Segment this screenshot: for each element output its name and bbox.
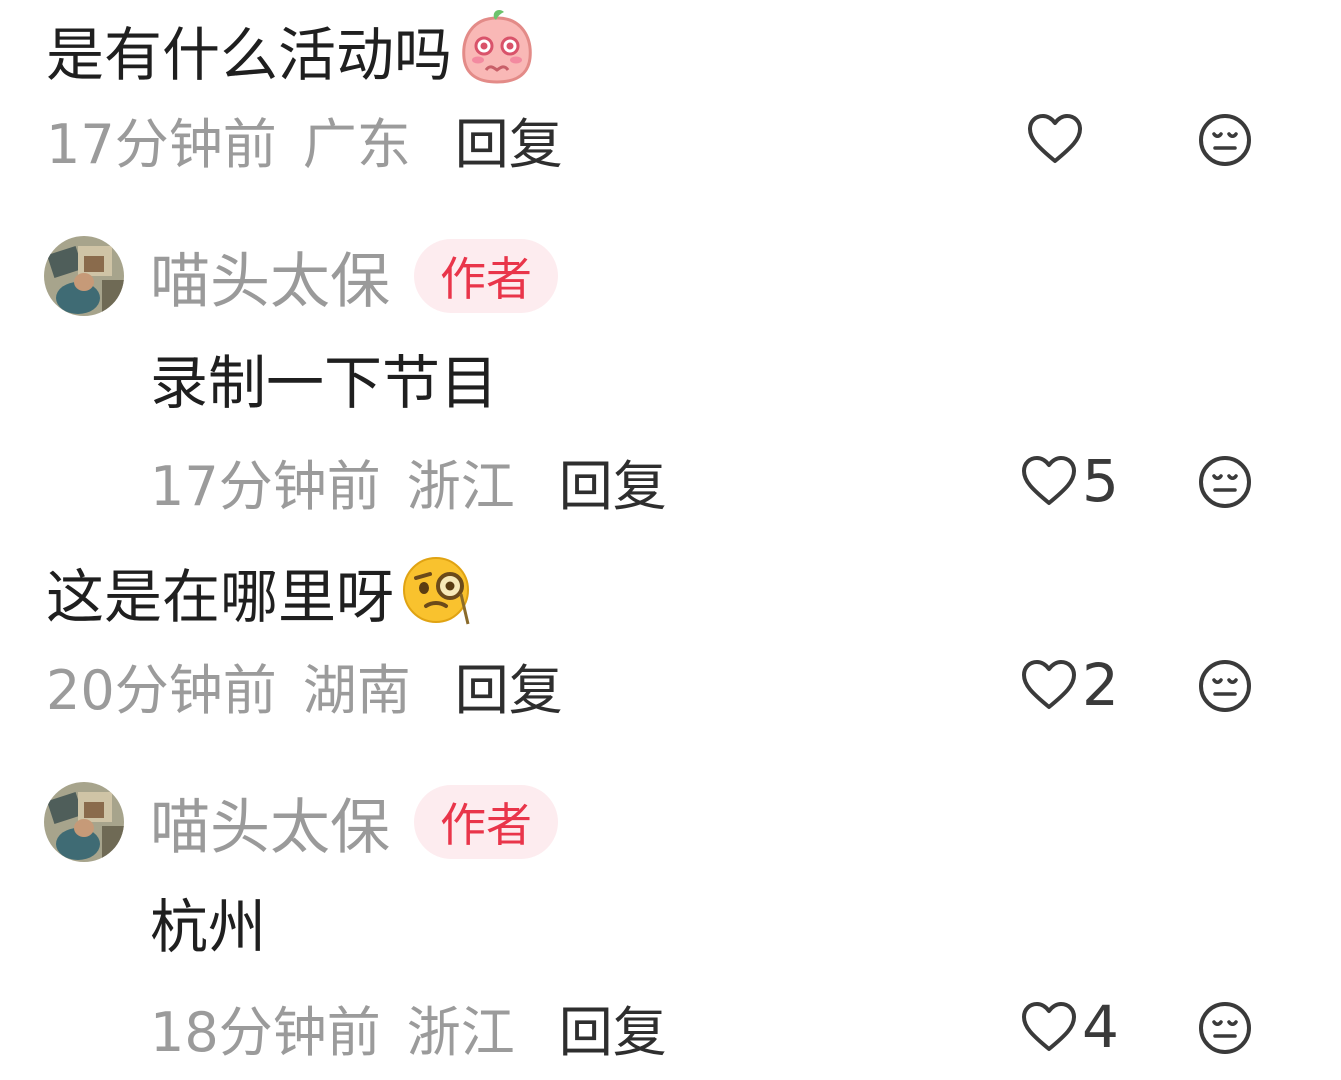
like-count: 2 [1082,651,1119,719]
like-count: 4 [1082,993,1119,1061]
dislike-button[interactable] [1197,1000,1253,1056]
dislike-button[interactable] [1197,112,1253,168]
comment-body: 是有什么活动吗 [46,8,538,101]
reply-button[interactable]: 回复 [455,100,563,179]
comment-location: 湖南 [302,658,411,722]
neutral-face-icon [1199,114,1251,166]
comment-text: 这是在哪里呀 [46,562,395,631]
author-badge: 作者 [414,239,558,313]
comment-text: 是有什么活动吗 [46,20,453,89]
author-name[interactable]: 喵头太保 [150,233,390,320]
dislike-button[interactable] [1197,454,1253,510]
like-button[interactable] [1026,104,1088,174]
author-badge: 作者 [414,785,558,859]
avatar[interactable] [44,236,124,316]
neutral-face-icon [1199,1002,1251,1054]
comment-list: 是有什么活动吗 17分钟前 广东 回复 喵头太保 作者 录制一下节目 17分钟前… [0,0,1341,1080]
comment-body: 这是在哪里呀 [46,550,480,643]
heart-outline-icon [1020,659,1078,711]
comment-meta: 17分钟前 广东 回复 [46,104,563,176]
heart-outline-icon [1020,455,1078,507]
comment-location: 浙江 [406,454,515,518]
avatar[interactable] [44,782,124,862]
comment-meta: 18分钟前 浙江 回复 [150,992,667,1064]
comment-meta: 20分钟前 湖南 回复 [46,650,563,722]
comment-time: 17分钟前 [46,112,277,176]
comment-location: 广东 [302,112,411,176]
heart-outline-icon [1020,1001,1078,1053]
pleading-peach-emoji [456,8,538,101]
comment-body: 杭州 [150,892,266,962]
reply-button[interactable]: 回复 [559,988,667,1067]
comment-text: 杭州 [150,893,267,961]
reply-button[interactable]: 回复 [559,442,667,521]
like-button[interactable]: 2 [1020,650,1119,720]
dislike-button[interactable] [1197,658,1253,714]
like-button[interactable]: 4 [1020,992,1119,1062]
neutral-face-icon [1199,456,1251,508]
comment-time: 20分钟前 [46,658,277,722]
like-button[interactable]: 5 [1020,446,1119,516]
monocle-face-emoji [398,550,480,643]
neutral-face-icon [1199,660,1251,712]
author-name[interactable]: 喵头太保 [150,779,390,866]
reply-button[interactable]: 回复 [455,646,563,725]
reply-header: 喵头太保 作者 [44,782,558,863]
comment-meta: 17分钟前 浙江 回复 [150,446,667,518]
like-count: 5 [1082,447,1119,515]
comment-location: 浙江 [406,1000,515,1064]
heart-outline-icon [1026,113,1084,165]
comment-time: 17分钟前 [150,454,381,518]
comment-text: 录制一下节目 [150,349,499,417]
comment-time: 18分钟前 [150,1000,381,1064]
reply-header: 喵头太保 作者 [44,236,558,317]
comment-body: 录制一下节目 [150,348,498,418]
